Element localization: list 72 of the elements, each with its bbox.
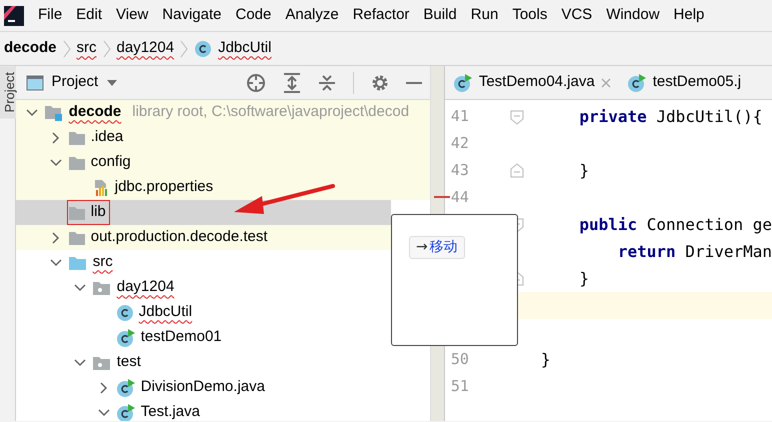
properties-file-icon	[92, 178, 110, 196]
code-line: private JdbcUtil(){	[578, 106, 762, 128]
menu-item[interactable]: Tools	[512, 4, 548, 27]
tree-row[interactable]: jdbc.properties	[16, 175, 430, 200]
tree-row[interactable]: config	[16, 150, 430, 175]
line-number: 43	[450, 160, 470, 182]
tool-window-tab[interactable]: Project	[0, 66, 16, 118]
runnable-class-icon	[452, 74, 473, 92]
breadcrumb-item[interactable]: src	[76, 37, 97, 60]
runnable-class-icon	[626, 74, 647, 92]
line-number: 44	[450, 187, 470, 208]
folder-icon	[68, 154, 86, 170]
line-number: 41	[450, 106, 470, 128]
line-number: 42	[450, 133, 470, 154]
path-note: library root, C:\software\javaproject\decod	[132, 102, 410, 122]
code-line: return DriverMan	[616, 240, 772, 262]
menu-item[interactable]: Build	[423, 4, 457, 27]
move-button[interactable]: →移动	[409, 236, 465, 259]
breadcrumb-item[interactable]: JdbcUtil	[218, 37, 272, 60]
module-folder-icon	[44, 104, 64, 122]
separator-icon	[180, 38, 188, 58]
tree-row[interactable]: out.production.decode.test	[16, 225, 391, 250]
menu-item[interactable]: VCS	[561, 4, 592, 27]
fold-marker-icon[interactable]	[508, 162, 525, 178]
collapse-all-icon	[318, 72, 336, 92]
runnable-class-icon	[116, 404, 136, 421]
line-number: 51	[450, 376, 470, 398]
menu-item[interactable]: File	[38, 4, 62, 27]
code-line: }	[578, 160, 589, 182]
editor-tab[interactable]: testDemo05.j	[618, 66, 750, 99]
tree-row[interactable]: .idea	[16, 125, 430, 150]
menu-item[interactable]: Window	[606, 4, 660, 27]
panel-window-icon	[26, 74, 44, 90]
separator-icon	[102, 38, 111, 58]
menu-item[interactable]: Analyze	[285, 4, 339, 27]
menu-item[interactable]: Edit	[76, 4, 102, 27]
breadcrumb-item[interactable]: decode	[4, 37, 57, 60]
folder-icon	[68, 130, 86, 146]
folder-icon	[68, 254, 88, 270]
settings-icon	[370, 74, 388, 92]
fold-marker-icon[interactable]	[508, 108, 525, 124]
folder-icon	[68, 204, 86, 220]
code-line: }	[578, 268, 589, 290]
code-line: }	[540, 348, 550, 370]
breadcrumb-item[interactable]: day1204	[116, 37, 174, 60]
line-number: 50	[450, 349, 470, 370]
package-folder-icon	[92, 354, 112, 370]
error-marker	[434, 196, 450, 198]
menu-item[interactable]: Run	[470, 4, 498, 27]
package-folder-icon	[92, 280, 112, 296]
class-icon	[116, 304, 134, 322]
menu-item[interactable]: View	[116, 4, 148, 27]
dropdown-caret-icon	[106, 78, 118, 86]
class-icon	[194, 40, 212, 58]
expand-all-icon	[282, 72, 300, 92]
runnable-class-icon	[116, 378, 136, 396]
tree-row[interactable]: lib	[16, 200, 391, 225]
editor-tab[interactable]: TestDemo04.java	[444, 66, 619, 99]
locate-target-icon	[246, 72, 266, 92]
code-line: public Connection ge	[578, 214, 772, 236]
menu-item[interactable]: Navigate	[162, 4, 222, 27]
tree-row[interactable]: decode library root, C:\software\javaproject\decod	[16, 100, 430, 125]
app-logo-icon	[4, 6, 24, 26]
hide-minus-icon	[406, 80, 422, 84]
menu-item[interactable]: Help	[674, 4, 704, 27]
menu-item[interactable]: Refactor	[352, 4, 410, 27]
close-icon	[600, 78, 611, 88]
separator-icon	[62, 38, 71, 58]
panel-title[interactable]: Project	[52, 71, 98, 94]
menu-item[interactable]: Code	[235, 4, 272, 27]
folder-icon	[68, 230, 86, 246]
runnable-class-icon	[116, 328, 136, 346]
